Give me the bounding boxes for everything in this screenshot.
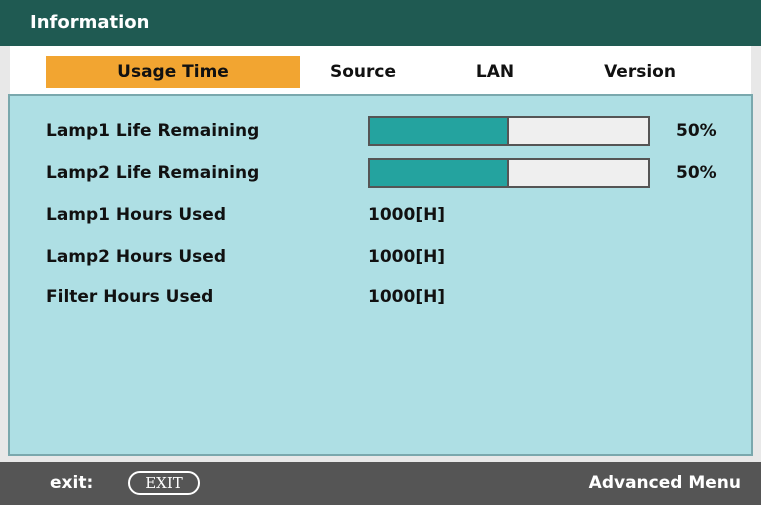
- tab-version[interactable]: Version: [590, 56, 690, 88]
- advanced-menu-button[interactable]: Advanced Menu: [589, 462, 741, 505]
- lamp1-life-percent: 50%: [676, 121, 717, 141]
- lamp2-hours-label: Lamp2 Hours Used: [46, 247, 226, 267]
- lamp2-life-percent: 50%: [676, 163, 717, 183]
- lamp1-hours-label: Lamp1 Hours Used: [46, 205, 226, 225]
- lamp2-life-bar: [368, 158, 650, 188]
- status-bar: exit: EXIT Advanced Menu: [0, 462, 761, 505]
- lamp2-hours-value: 1000[H]: [368, 247, 446, 267]
- window-title: Information: [0, 0, 761, 46]
- filter-hours-value: 1000[H]: [368, 287, 446, 307]
- lamp1-life-bar-fill: [370, 118, 509, 144]
- tab-bar: Usage Time Source LAN Version: [10, 46, 751, 94]
- lamp1-life-bar: [368, 116, 650, 146]
- exit-label: exit:: [50, 473, 94, 493]
- filter-hours-label: Filter Hours Used: [46, 287, 214, 307]
- lamp1-hours-value: 1000[H]: [368, 205, 446, 225]
- usage-time-panel: Lamp1 Life Remaining 50% Lamp2 Life Rema…: [8, 94, 753, 456]
- tab-usage-time[interactable]: Usage Time: [46, 56, 300, 88]
- tab-lan[interactable]: LAN: [460, 56, 530, 88]
- information-window: Information Usage Time Source LAN Versio…: [0, 0, 761, 505]
- lamp2-life-label: Lamp2 Life Remaining: [46, 163, 260, 183]
- exit-button[interactable]: EXIT: [128, 471, 200, 495]
- tab-source[interactable]: Source: [318, 56, 408, 88]
- lamp1-life-label: Lamp1 Life Remaining: [46, 121, 260, 141]
- lamp2-life-bar-fill: [370, 160, 509, 186]
